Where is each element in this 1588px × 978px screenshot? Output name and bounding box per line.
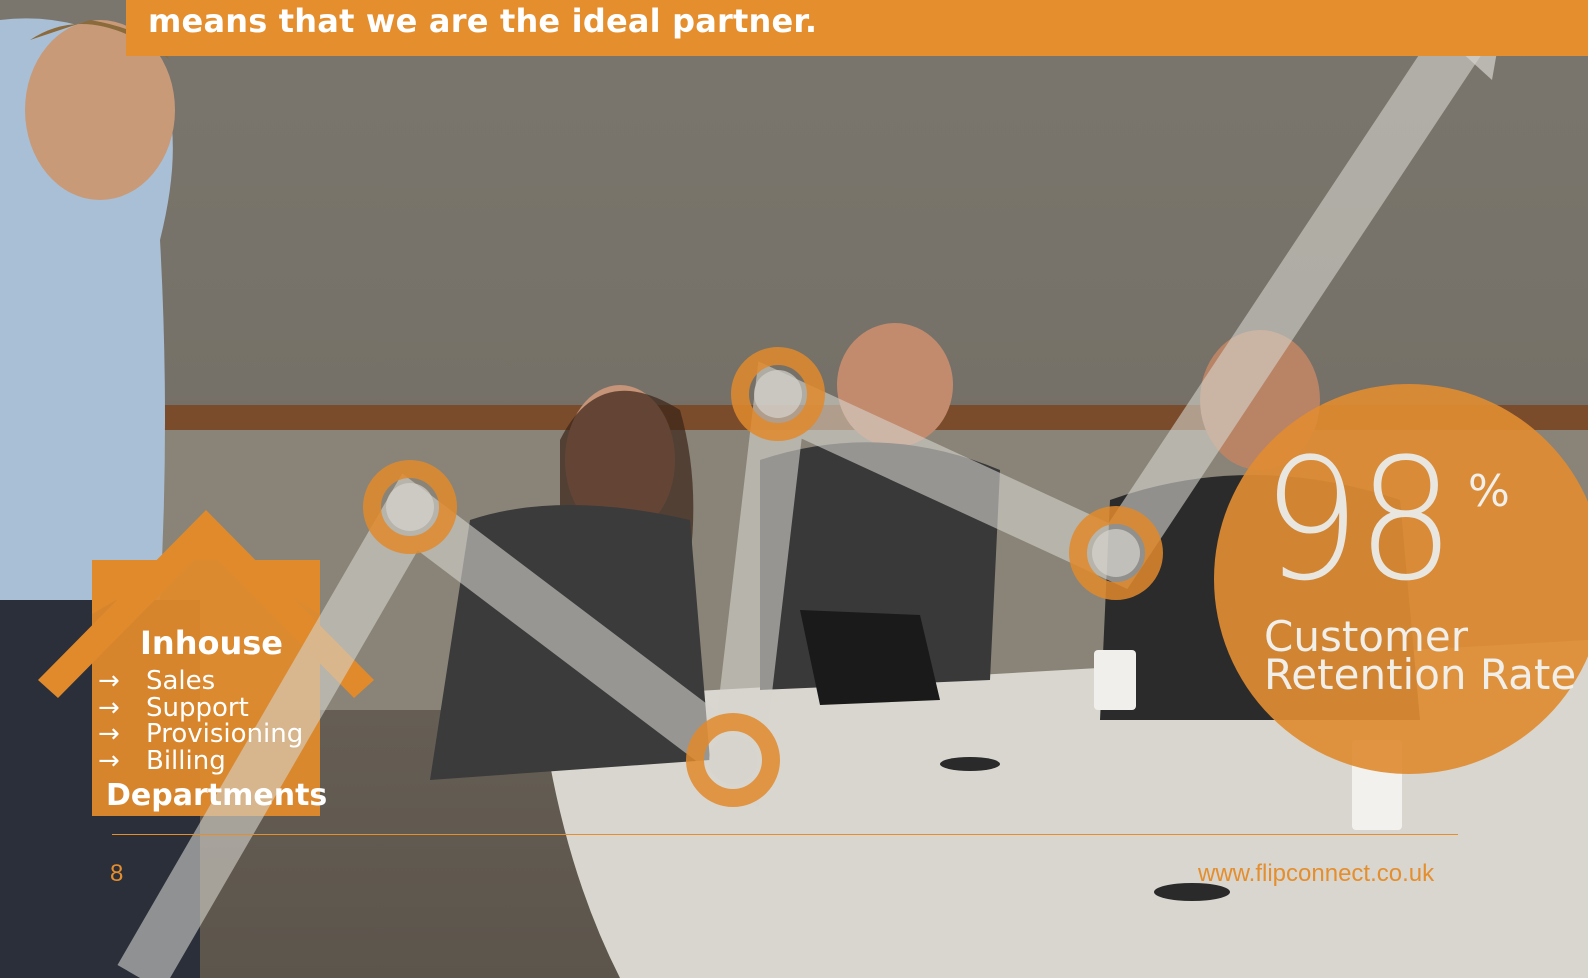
department-list: → Sales → Support → Provisioning → Billing xyxy=(98,668,303,774)
department-item-provisioning: → Provisioning xyxy=(98,721,303,748)
header-tagline: means that we are the ideal partner. xyxy=(148,2,818,40)
arrow-right-icon: → xyxy=(98,666,120,696)
house-title: Inhouse xyxy=(140,624,283,662)
department-label: Support xyxy=(146,692,249,723)
stat-unit: % xyxy=(1468,466,1510,517)
department-item-sales: → Sales xyxy=(98,668,303,695)
website-link[interactable]: www.flipconnect.co.uk xyxy=(1198,860,1434,888)
house-footer: Departments xyxy=(106,778,328,813)
department-label: Sales xyxy=(146,666,216,696)
arrow-right-icon: → xyxy=(98,745,120,776)
arrow-right-icon: → xyxy=(98,719,120,749)
department-item-support: → Support xyxy=(98,692,303,723)
department-item-billing: → Billing xyxy=(98,745,303,776)
footer-divider xyxy=(112,834,1458,835)
stat-value: 98 xyxy=(1262,422,1455,618)
department-label: Billing xyxy=(146,745,226,776)
page-number: 8 xyxy=(110,860,124,887)
department-label: Provisioning xyxy=(146,719,304,749)
stat-label-line2: Retention Rate xyxy=(1264,650,1577,699)
stat-label: Customer Retention Rate xyxy=(1264,616,1577,699)
arrow-right-icon: → xyxy=(98,692,120,723)
